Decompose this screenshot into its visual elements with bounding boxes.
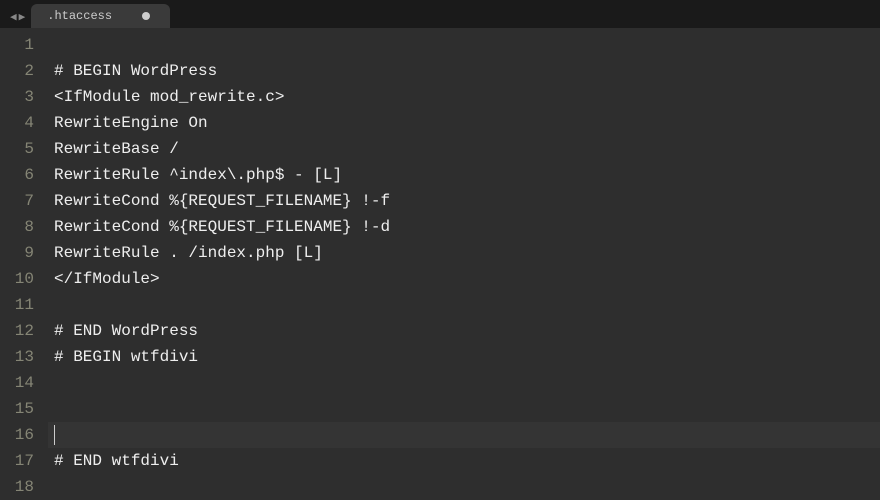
line-number: 15 — [0, 396, 48, 422]
line-number: 7 — [0, 188, 48, 214]
line-number: 3 — [0, 84, 48, 110]
code-line[interactable]: # END WordPress — [54, 318, 880, 344]
line-number: 14 — [0, 370, 48, 396]
code-line[interactable]: # BEGIN wtfdivi — [54, 344, 880, 370]
code-line[interactable]: RewriteCond %{REQUEST_FILENAME} !-f — [54, 188, 880, 214]
line-number: 13 — [0, 344, 48, 370]
line-number: 5 — [0, 136, 48, 162]
line-number: 17 — [0, 448, 48, 474]
line-number: 6 — [0, 162, 48, 188]
line-number: 4 — [0, 110, 48, 136]
code-line[interactable] — [54, 32, 880, 58]
line-number: 18 — [0, 474, 48, 500]
code-line[interactable] — [54, 474, 880, 500]
code-line[interactable] — [54, 422, 880, 448]
code-line[interactable]: RewriteRule . /index.php [L] — [54, 240, 880, 266]
line-number: 2 — [0, 58, 48, 84]
file-tab[interactable]: .htaccess — [31, 4, 170, 28]
code-line[interactable]: </IfModule> — [54, 266, 880, 292]
code-line[interactable]: RewriteRule ^index\.php$ - [L] — [54, 162, 880, 188]
code-line[interactable] — [54, 370, 880, 396]
line-number: 9 — [0, 240, 48, 266]
code-line[interactable]: RewriteCond %{REQUEST_FILENAME} !-d — [54, 214, 880, 240]
line-number: 16 — [0, 422, 48, 448]
tab-title: .htaccess — [47, 9, 112, 23]
code-area[interactable]: # BEGIN WordPress<IfModule mod_rewrite.c… — [48, 28, 880, 500]
line-number: 11 — [0, 292, 48, 318]
line-number: 8 — [0, 214, 48, 240]
line-number: 12 — [0, 318, 48, 344]
editor: 123456789101112131415161718 # BEGIN Word… — [0, 28, 880, 500]
dirty-indicator-icon — [142, 12, 150, 20]
code-line[interactable]: # BEGIN WordPress — [54, 58, 880, 84]
line-number: 10 — [0, 266, 48, 292]
code-line[interactable] — [54, 396, 880, 422]
code-line[interactable]: <IfModule mod_rewrite.c> — [54, 84, 880, 110]
tab-bar: ◀ ▶ .htaccess — [0, 0, 880, 28]
back-icon[interactable]: ◀ — [10, 10, 17, 24]
code-line[interactable] — [54, 292, 880, 318]
code-line[interactable]: RewriteBase / — [54, 136, 880, 162]
forward-icon[interactable]: ▶ — [19, 10, 26, 24]
line-number-gutter: 123456789101112131415161718 — [0, 28, 48, 500]
cursor-caret — [54, 425, 55, 445]
code-line[interactable]: # END wtfdivi — [54, 448, 880, 474]
tab-nav: ◀ ▶ — [4, 10, 31, 28]
line-number: 1 — [0, 32, 48, 58]
code-line[interactable]: RewriteEngine On — [54, 110, 880, 136]
